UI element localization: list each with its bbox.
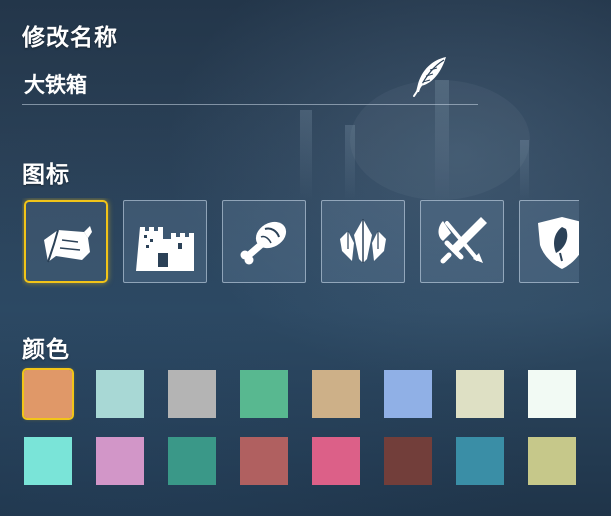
crystal-icon (340, 219, 386, 263)
color-swatch-r1-8[interactable] (528, 370, 576, 418)
wood-log-icon (44, 226, 92, 263)
color-swatch-r1-4[interactable] (240, 370, 288, 418)
icon-option-meat[interactable] (222, 200, 306, 283)
color-swatch-grid (22, 368, 584, 490)
color-swatch-r1-1[interactable] (22, 368, 74, 420)
leaf-shield-icon (538, 217, 579, 269)
icon-option-crystal[interactable] (321, 200, 405, 283)
color-swatch-r1-6[interactable] (384, 370, 432, 418)
color-swatch-r2-1[interactable] (24, 437, 72, 485)
color-swatch-r2-2[interactable] (96, 437, 144, 485)
castle-icon (136, 227, 194, 271)
color-swatch-r2-5[interactable] (312, 437, 360, 485)
color-swatch-r1-2[interactable] (96, 370, 144, 418)
icon-option-axe-sword[interactable] (420, 200, 504, 283)
color-section-title: 颜色 (22, 337, 70, 363)
color-swatch-r2-4[interactable] (240, 437, 288, 485)
feather-quill-icon[interactable] (410, 54, 450, 98)
color-swatch-r2-6[interactable] (384, 437, 432, 485)
color-swatch-r1-5[interactable] (312, 370, 360, 418)
meat-drumstick-icon (240, 221, 287, 265)
name-input-value: 大铁箱 (24, 73, 87, 97)
color-swatch-r2-3[interactable] (168, 437, 216, 485)
icon-section-title: 图标 (22, 162, 70, 188)
icon-selector-row (22, 198, 579, 288)
color-swatch-r2-7[interactable] (456, 437, 504, 485)
icon-option-leaf-shield[interactable] (519, 200, 579, 283)
rename-section-title: 修改名称 (22, 25, 118, 51)
color-swatch-r1-7[interactable] (456, 370, 504, 418)
icon-option-wood-log[interactable] (24, 200, 108, 283)
crossed-axe-sword-icon (438, 217, 487, 264)
color-swatch-r1-3[interactable] (168, 370, 216, 418)
color-swatch-r2-8[interactable] (528, 437, 576, 485)
icon-option-castle[interactable] (123, 200, 207, 283)
